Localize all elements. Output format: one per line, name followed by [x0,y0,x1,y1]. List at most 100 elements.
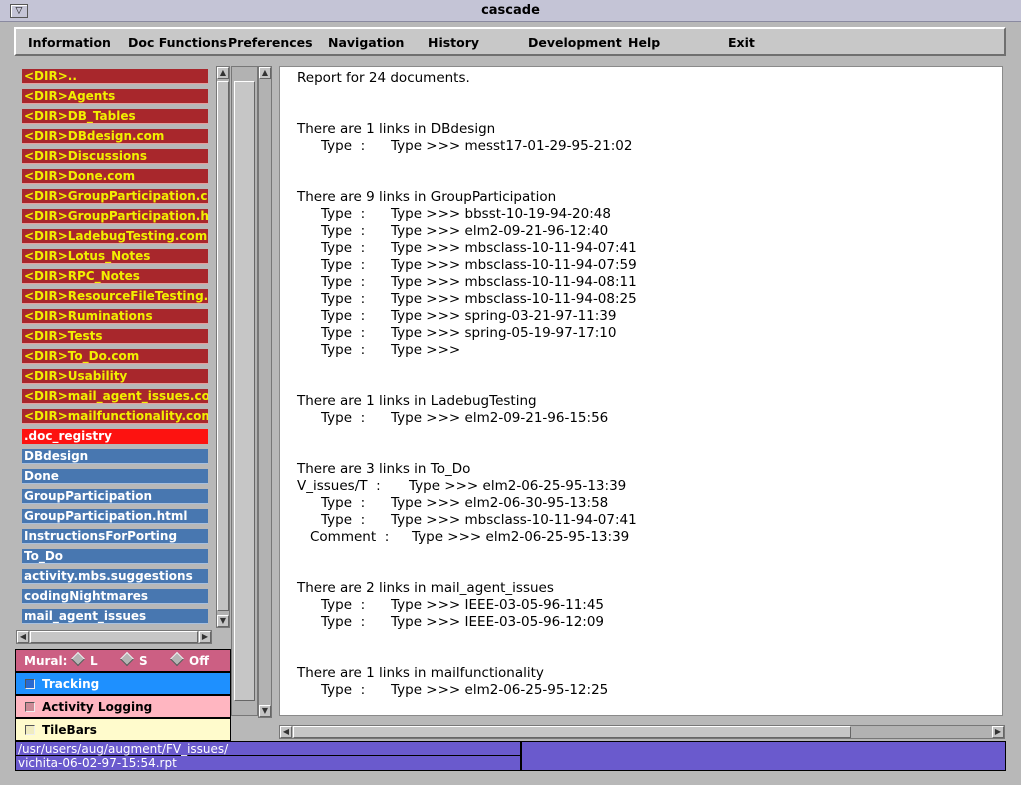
directory-item[interactable]: <DIR>Ruminations [22,309,208,324]
report-horizontal-scrollbar[interactable]: ◀ ▶ [279,725,1005,739]
menu-exit[interactable]: Exit [728,35,755,50]
report-link-type: Type : [321,342,366,358]
directory-item[interactable]: <DIR>ResourceFileTesting.com [22,289,208,304]
scroll-left-arrow-icon[interactable]: ◀ [17,631,29,643]
scroll-down-arrow-icon[interactable]: ▼ [259,705,271,717]
tracking-label: Tracking [42,677,100,691]
tilebars-label: TileBars [42,723,97,737]
menu-development[interactable]: Development [528,35,622,50]
mural-option-off[interactable]: Off [169,651,209,668]
scroll-thumb[interactable] [217,81,229,611]
menu-doc-functions[interactable]: Doc Functions [128,35,227,50]
scroll-up-arrow-icon[interactable]: ▲ [217,67,229,79]
file-list: <DIR>.. <DIR>Agents <DIR>DB_Tables <DIR>DBd… [16,66,212,628]
report-link-value: Type >>> mbsclass-10-11-94-07:41 [391,240,637,256]
mural-selector: Mural: L S Off [15,649,231,672]
directory-item[interactable]: <DIR>Discussions [22,149,208,164]
report-link-value: Type >>> IEEE-03-05-96-12:09 [391,614,605,630]
report-link-value: Type >>> elm2-06-25-95-13:39 [409,478,627,494]
scroll-thumb[interactable] [30,631,198,643]
report-link-type: Comment : [310,529,390,545]
report-link-type: Type : [321,223,366,239]
document-item[interactable]: codingNightmares [22,589,208,604]
directory-item[interactable]: <DIR>Tests [22,329,208,344]
activity-logging-label: Activity Logging [42,700,153,714]
directory-item[interactable]: <DIR>DB_Tables [22,109,208,124]
scroll-right-arrow-icon[interactable]: ▶ [992,726,1004,738]
menu-help[interactable]: Help [628,35,660,50]
report-vertical-scrollbar[interactable] [231,66,258,716]
report-link-type: Type : [321,257,366,273]
menu-preferences[interactable]: Preferences [228,35,313,50]
file-list-scrollbar[interactable]: ▲ ▼ [216,66,230,628]
document-item[interactable]: GroupParticipation.html [22,509,208,524]
directory-item[interactable]: <DIR>Done.com [22,169,208,184]
directory-item[interactable]: <DIR>DBdesign.com [22,129,208,144]
selected-file-item[interactable]: .doc_registry [22,429,208,444]
report-link-type: Type : [321,308,366,324]
mural-option-s[interactable]: S [119,651,148,668]
report-link-value: Type >>> spring-05-19-97-17:10 [391,325,617,341]
directory-item[interactable]: <DIR>Agents [22,89,208,104]
report-link-type: Type : [321,614,366,630]
directory-item[interactable]: <DIR>Usability [22,369,208,384]
menu-history[interactable]: History [428,35,479,50]
report-link-value: Type >>> elm2-06-30-95-13:58 [391,495,609,511]
path-line-2: vichita-06-02-97-15:54.rpt [18,756,177,770]
report-group-header: There are 3 links in To_Do [297,461,471,477]
report-link-type: Type : [321,291,366,307]
scroll-thumb[interactable] [293,726,851,738]
directory-item[interactable]: <DIR>LadebugTesting.com [22,229,208,244]
directory-item[interactable]: <DIR>GroupParticipation.html.c [22,209,208,224]
activity-logging-toggle[interactable]: Activity Logging [15,695,231,718]
document-item[interactable]: To_Do [22,549,208,564]
directory-item[interactable]: <DIR>.. [22,69,208,84]
mural-option-l[interactable]: L [70,651,98,668]
document-item[interactable]: GroupParticipation [22,489,208,504]
scroll-down-arrow-icon[interactable]: ▼ [217,615,229,627]
document-item[interactable]: InstructionsForPorting [22,529,208,544]
directory-item[interactable]: <DIR>mailfunctionality.com [22,409,208,424]
directory-item[interactable]: <DIR>Lotus_Notes [22,249,208,264]
report-link-value: Type >>> spring-03-21-97-11:39 [391,308,617,324]
mural-label: Mural: [24,654,68,668]
report-link-value: Type >>> mbsclass-10-11-94-07:41 [391,512,637,528]
directory-item[interactable]: <DIR>GroupParticipation.com [22,189,208,204]
report-link-type: Type : [321,325,366,341]
checkbox-icon [25,679,35,689]
report-link-type: V_issues/T : [297,478,381,494]
title-bar: ▽ cascade [0,0,1021,22]
report-link-value: Type >>> elm2-06-25-95-12:25 [391,682,609,698]
document-item[interactable]: activity.mbs.suggestions [22,569,208,584]
report-group-header: There are 1 links in DBdesign [297,121,496,137]
document-item[interactable]: DBdesign [22,449,208,464]
document-item[interactable]: Done [22,469,208,484]
directory-item[interactable]: <DIR>RPC_Notes [22,269,208,284]
tilebars-toggle[interactable]: TileBars [15,718,231,741]
current-path-display: /usr/users/aug/augment/FV_issues/ vichit… [15,741,521,771]
report-side-scrollbar[interactable]: ▲ ▼ [258,66,272,718]
report-link-value: Type >>> mbsclass-10-11-94-07:59 [391,257,637,273]
document-item[interactable]: mail_agent_issues [22,609,208,624]
menu-information[interactable]: Information [28,35,111,50]
radio-diamond-icon [169,651,185,667]
report-link-value: Type >>> elm2-09-21-96-12:40 [391,223,609,239]
menu-navigation[interactable]: Navigation [328,35,404,50]
report-link-value: Type >>> [391,342,465,358]
scroll-right-arrow-icon[interactable]: ▶ [199,631,211,643]
scroll-left-arrow-icon[interactable]: ◀ [280,726,292,738]
report-link-type: Type : [321,682,366,698]
directory-item[interactable]: <DIR>To_Do.com [22,349,208,364]
report-link-value: Type >>> mbsclass-10-11-94-08:25 [391,291,637,307]
report-link-type: Type : [321,206,366,222]
directory-item[interactable]: <DIR>mail_agent_issues.com [22,389,208,404]
report-link-type: Type : [321,240,366,256]
radio-diamond-icon [70,651,86,667]
scroll-up-arrow-icon[interactable]: ▲ [259,67,271,79]
scroll-thumb[interactable] [234,81,255,701]
report-link-value: Type >>> elm2-09-21-96-15:56 [391,410,609,426]
tracking-toggle[interactable]: Tracking [15,672,231,695]
report-text-area[interactable]: Report for 24 documents. There are 1 link… [279,66,1003,716]
file-list-horizontal-scrollbar[interactable]: ◀ ▶ [16,630,212,644]
window-title: cascade [481,3,540,18]
